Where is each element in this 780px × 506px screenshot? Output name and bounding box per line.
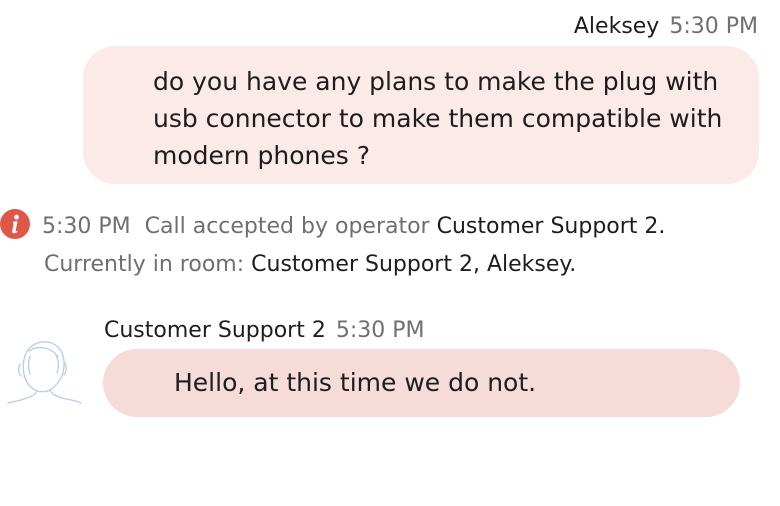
notice-text: Call accepted by operator bbox=[144, 214, 430, 239]
incoming-message-time: 5:30 PM bbox=[335, 318, 425, 343]
incoming-message-text: Hello, at this time we do not. bbox=[174, 368, 537, 397]
incoming-message-header: Customer Support 2 5:30 PM bbox=[104, 316, 424, 346]
notice-room-members: Customer Support 2, Aleksey. bbox=[251, 252, 577, 277]
outgoing-message-text: do you have any plans to make the plug w… bbox=[153, 67, 723, 170]
info-icon bbox=[0, 209, 30, 239]
notice-room-label: Currently in room: bbox=[44, 252, 245, 277]
person-silhouette-icon bbox=[7, 341, 82, 404]
incoming-sender-name: Customer Support 2 bbox=[104, 318, 326, 343]
notice-operator-name: Customer Support 2. bbox=[436, 214, 666, 239]
outgoing-sender-name: Aleksey bbox=[573, 14, 660, 39]
outgoing-message-header: Aleksey 5:30 PM bbox=[574, 12, 758, 42]
incoming-message-bubble: Hello, at this time we do not. bbox=[103, 349, 740, 417]
notice-time: 5:30 PM bbox=[42, 214, 131, 239]
outgoing-message-bubble: do you have any plans to make the plug w… bbox=[83, 46, 759, 184]
notice-line-room-members: Currently in room: Customer Support 2, A… bbox=[44, 250, 576, 280]
notice-line-call-accepted: 5:30 PM Call accepted by operator Custom… bbox=[42, 212, 665, 242]
chat-transcript: Aleksey 5:30 PM do you have any plans to … bbox=[0, 0, 780, 506]
outgoing-message-time: 5:30 PM bbox=[669, 14, 758, 39]
